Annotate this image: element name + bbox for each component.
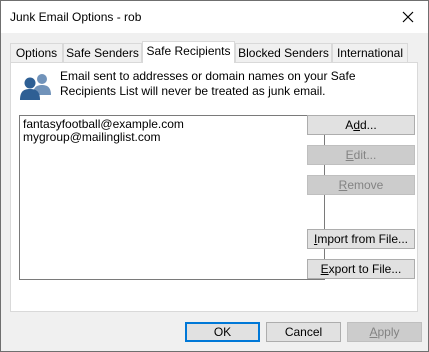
edit-button[interactable]: Edit... — [307, 145, 415, 165]
add-button[interactable]: Add... — [307, 115, 415, 135]
import-from-file-button[interactable]: Import from File... — [307, 229, 415, 249]
tab-safe-senders[interactable]: Safe Senders — [63, 43, 142, 62]
title-bar: Junk Email Options - rob — [1, 1, 428, 33]
ok-button[interactable]: OK — [185, 322, 260, 342]
description-text: Email sent to addresses or domain names … — [60, 69, 356, 98]
safe-recipients-list[interactable]: fantasyfootball@example.com mygroup@mail… — [19, 115, 325, 280]
remove-button[interactable]: Remove — [307, 175, 415, 195]
close-icon — [402, 11, 414, 23]
tab-safe-recipients[interactable]: Safe Recipients — [142, 41, 235, 63]
tab-blocked-senders[interactable]: Blocked Senders — [235, 43, 332, 62]
tab-options[interactable]: Options — [10, 43, 63, 62]
apply-button[interactable]: Apply — [347, 322, 422, 342]
people-icon — [20, 74, 51, 100]
safe-recipients-panel: Email sent to addresses or domain names … — [10, 62, 418, 312]
cancel-button[interactable]: Cancel — [266, 322, 341, 342]
list-item[interactable]: mygroup@mailinglist.com — [20, 131, 324, 144]
junk-email-options-dialog: Junk Email Options - rob Options Safe Se… — [0, 0, 429, 352]
export-to-file-button[interactable]: Export to File... — [307, 259, 415, 279]
tab-international[interactable]: International — [332, 43, 408, 62]
close-button[interactable] — [388, 1, 428, 33]
window-title: Junk Email Options - rob — [10, 10, 142, 24]
